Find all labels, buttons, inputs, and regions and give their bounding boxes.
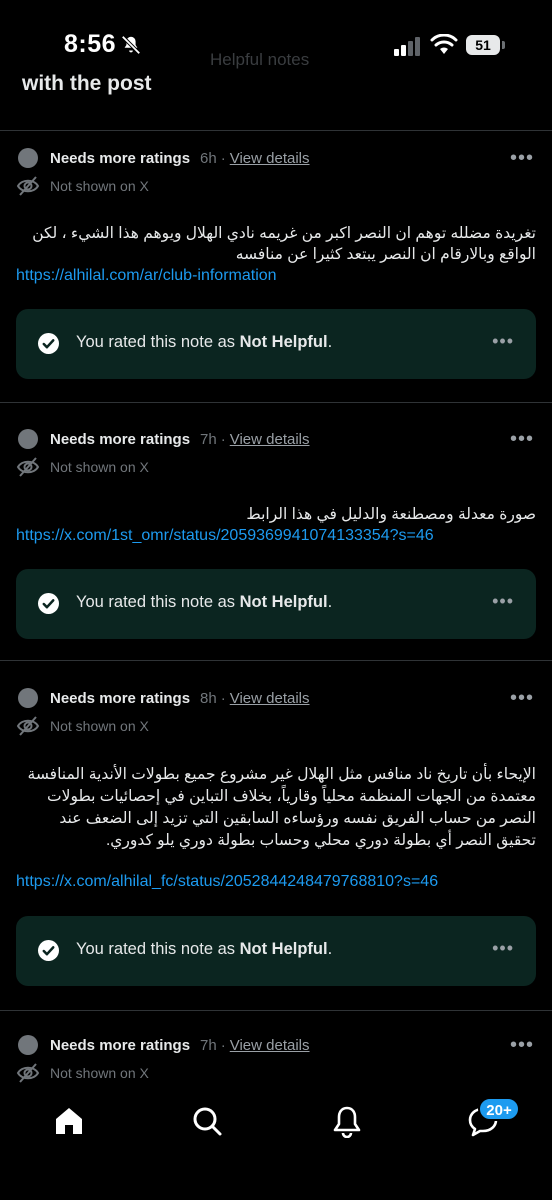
rating-more-icon[interactable]: ••• [492, 591, 514, 612]
bottom-nav [0, 1090, 552, 1200]
visibility-status: Not shown on X [50, 178, 149, 194]
messages-badge: 20+ [478, 1097, 520, 1121]
note-body: الإيحاء بأن تاريخ ناد منافس مثل الهلال غ… [27, 766, 536, 849]
note-card: Needs more ratings 7h · View details •••… [0, 402, 552, 660]
rating-text: You rated this note as Not Helpful. [76, 333, 332, 352]
rating-text: You rated this note as Not Helpful. [76, 940, 332, 959]
meta-separator: · [220, 689, 226, 707]
bell-off-icon [121, 35, 141, 55]
note-card: Needs more ratings 7h · View details •••… [0, 1010, 552, 1090]
rating-suffix: . [327, 940, 333, 958]
rating-value: Not Helpful [239, 593, 328, 611]
community-notes-screen: 8:56 51 Helpful notes with the post Need… [0, 0, 552, 1200]
rating-banner: You rated this note as Not Helpful. ••• [16, 916, 536, 986]
note-body: صورة معدلة ومصطنعة والدليل في هذا الرابط [246, 506, 536, 523]
note-meta: Needs more ratings 7h · View details [18, 428, 310, 450]
meta-separator: · [220, 149, 226, 167]
note-meta: Needs more ratings 7h · View details [18, 1034, 310, 1056]
battery-nub [502, 41, 505, 49]
visibility-status: Not shown on X [50, 718, 149, 734]
notifications-icon[interactable] [330, 1104, 364, 1138]
check-circle-icon [38, 593, 59, 614]
meta-separator: · [220, 430, 226, 448]
rating-value: Not Helpful [239, 940, 328, 958]
view-details-link[interactable]: View details [230, 431, 310, 448]
note-status: Needs more ratings [50, 149, 191, 167]
eye-off-icon [16, 716, 40, 736]
note-status: Needs more ratings [50, 1036, 191, 1054]
status-dot [18, 688, 38, 708]
more-options-icon[interactable]: ••• [510, 147, 534, 170]
rating-more-icon[interactable]: ••• [492, 938, 514, 959]
rating-prefix: You rated this note as [76, 593, 240, 611]
visibility-row: Not shown on X [16, 175, 149, 197]
visibility-row: Not shown on X [16, 456, 149, 478]
rating-prefix: You rated this note as [76, 940, 240, 958]
visibility-row: Not shown on X [16, 1062, 149, 1084]
home-icon[interactable] [52, 1104, 86, 1138]
note-age: 7h [200, 430, 217, 448]
note-age: 6h [200, 149, 217, 167]
note-meta: Needs more ratings 8h · View details [18, 687, 310, 709]
note-card: Needs more ratings 6h · View details •••… [0, 130, 552, 402]
eye-off-icon [16, 176, 40, 196]
wifi-icon [430, 34, 458, 54]
header-faded-text: Helpful notes [210, 50, 310, 69]
rating-text: You rated this note as Not Helpful. [76, 593, 332, 612]
view-details-link[interactable]: View details [230, 1037, 310, 1054]
section-title: with the post [22, 72, 152, 95]
more-options-icon[interactable]: ••• [510, 1034, 534, 1057]
search-icon[interactable] [190, 1104, 224, 1138]
rating-banner: You rated this note as Not Helpful. ••• [16, 569, 536, 639]
rating-more-icon[interactable]: ••• [492, 331, 514, 352]
note-meta: Needs more ratings 6h · View details [18, 147, 310, 169]
meta-separator: · [220, 1036, 226, 1054]
cellular-signal-icon [394, 37, 420, 56]
note-source-link[interactable]: https://alhilal.com/ar/club-information [16, 267, 277, 285]
note-source-link[interactable]: https://x.com/alhilal_fc/status/20528442… [16, 873, 438, 891]
rating-suffix: . [327, 333, 333, 351]
view-details-link[interactable]: View details [230, 150, 310, 167]
note-status: Needs more ratings [50, 689, 191, 707]
status-dot [18, 1035, 38, 1055]
note-body: تغريدة مضلله توهم ان النصر اكبر من غريمه… [32, 225, 536, 263]
eye-off-icon [16, 1063, 40, 1083]
note-source-link[interactable]: https://x.com/1st_omr/status/20593699410… [16, 527, 434, 545]
check-circle-icon [38, 940, 59, 961]
more-options-icon[interactable]: ••• [510, 428, 534, 451]
view-details-link[interactable]: View details [230, 690, 310, 707]
rating-value: Not Helpful [239, 333, 328, 351]
more-options-icon[interactable]: ••• [510, 687, 534, 710]
eye-off-icon [16, 457, 40, 477]
note-status: Needs more ratings [50, 430, 191, 448]
status-time: 8:56 [64, 30, 117, 58]
visibility-status: Not shown on X [50, 1065, 149, 1081]
status-dot [18, 429, 38, 449]
rating-prefix: You rated this note as [76, 333, 240, 351]
rating-suffix: . [327, 593, 333, 611]
note-card: Needs more ratings 8h · View details •••… [0, 660, 552, 1010]
visibility-status: Not shown on X [50, 459, 149, 475]
rating-banner: You rated this note as Not Helpful. ••• [16, 309, 536, 379]
battery-indicator: 51 [466, 35, 500, 55]
check-circle-icon [38, 333, 59, 354]
status-dot [18, 148, 38, 168]
note-age: 7h [200, 1036, 217, 1054]
visibility-row: Not shown on X [16, 715, 149, 737]
note-age: 8h [200, 689, 217, 707]
